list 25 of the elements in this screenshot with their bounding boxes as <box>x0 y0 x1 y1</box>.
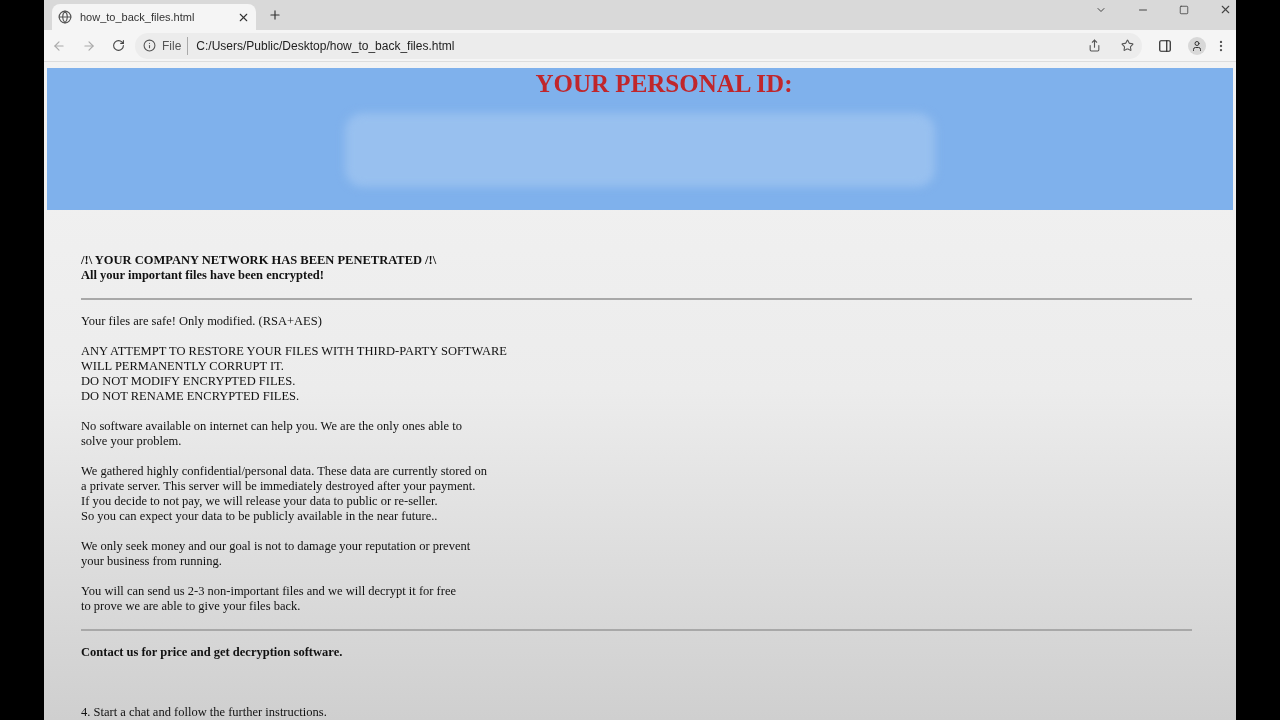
browser-tab[interactable]: how_to_back_files.html <box>52 4 256 30</box>
reload-icon[interactable] <box>112 39 125 52</box>
profile-avatar[interactable] <box>1188 36 1206 55</box>
tab-title: how_to_back_files.html <box>80 9 196 25</box>
close-icon[interactable] <box>1219 3 1232 16</box>
info-icon <box>143 39 156 52</box>
side-panel-icon[interactable] <box>1158 38 1172 53</box>
scheme-label: File <box>162 36 189 55</box>
bookmark-star-icon[interactable] <box>1121 39 1134 52</box>
note-paragraph: ANY ATTEMPT TO RESTORE YOUR FILES WITH THIRD-PARTY SOFTWARE WILL PERMANENTLY CORRUPT IT. DO NOT MODIFY ENCRYPTED FILES. DO NOT RENAME ENCRYPTED FILES. <box>81 344 508 404</box>
maximize-icon[interactable] <box>1179 4 1189 15</box>
globe-icon <box>58 10 72 24</box>
warning-text: Contact us for price and get decryption software. <box>81 645 344 660</box>
new-tab-icon[interactable] <box>268 8 282 22</box>
share-icon[interactable] <box>1088 39 1101 52</box>
note-paragraph: We gathered highly confidential/personal data. These data are currently stored on a private server. This server will be immediately destroyed after your payment. If you decide to not pay, we will release your data to public or re-seller. So you can expect your data to be publicly available in the near future.. <box>81 464 488 524</box>
note-paragraph: No software available on internet can help you. We are the only ones able to solve your problem. <box>81 419 463 449</box>
note-paragraph: You will can send us 2-3 non-important files and we will decrypt it for free to prove we are able to give your files back. <box>81 584 458 614</box>
note-paragraph: 4. Start a chat and follow the further instructions. <box>81 705 328 720</box>
banner-title: YOUR PERSONAL ID: <box>535 69 793 99</box>
note-paragraph: Your files are safe! Only modified. (RSA+AES) <box>81 314 323 329</box>
address-bar[interactable]: File C:/Users/Public/Desktop/how_to_back_files.html <box>135 32 1142 59</box>
url-text: C:/Users/Public/Desktop/how_to_back_files.html <box>196 37 455 55</box>
note-paragraph: We only seek money and our goal is not to damage your reputation or prevent your business from running. <box>81 539 472 569</box>
warning-text: /!\ YOUR COMPANY NETWORK HAS BEEN PENETRATED /!\ All your important files have been encrypted! <box>81 253 438 283</box>
